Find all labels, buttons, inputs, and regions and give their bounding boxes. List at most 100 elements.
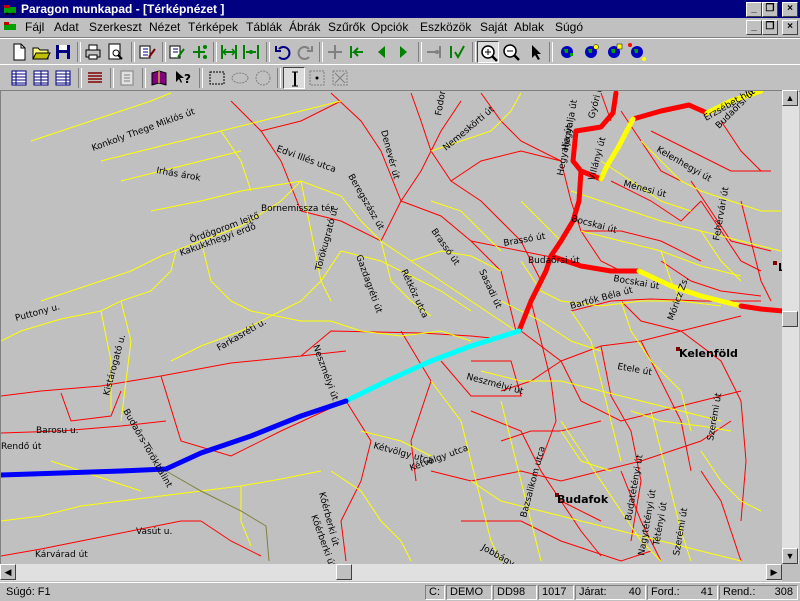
globe-icon[interactable] <box>603 41 625 63</box>
table-icon[interactable] <box>30 67 52 89</box>
minor-road <box>450 150 562 182</box>
menu-eszkozok[interactable]: Eszközök <box>420 20 471 34</box>
status-bar: Súgó: F1 C: DEMO DD98 1017 Járat: 40 Ford… <box>0 582 800 601</box>
rect-select-icon[interactable] <box>206 67 228 89</box>
vertical-scrollbar[interactable]: ▲ ▼ <box>782 90 799 564</box>
title-bar[interactable]: Paragon munkapad - [Térképnézet ] _ ❐ × <box>0 0 800 18</box>
menu-adat[interactable]: Adat <box>54 20 79 34</box>
table-icon[interactable] <box>8 67 30 89</box>
street-label: Nemeskörti út <box>442 105 497 154</box>
menu-nezet[interactable]: Nézet <box>149 20 180 34</box>
report-icon[interactable] <box>116 67 138 89</box>
menu-szurok[interactable]: Szűrők <box>328 20 365 34</box>
secondary-road <box>570 190 782 252</box>
secondary-road <box>500 300 602 352</box>
add-node-icon[interactable] <box>188 41 210 63</box>
status-mode: DEMO <box>446 585 492 600</box>
mdi-minimize-button[interactable]: _ <box>746 20 762 35</box>
app-icon[interactable] <box>3 2 17 16</box>
street-label: Bartók Béla út <box>569 285 634 312</box>
point-icon[interactable] <box>306 67 328 89</box>
place-label: Kelenföld <box>679 347 738 360</box>
secondary-road <box>570 310 622 462</box>
menu-opciok[interactable]: Opciók <box>371 20 408 34</box>
menu-szerkeszt[interactable]: Szerkeszt <box>89 20 142 34</box>
secondary-road <box>220 130 252 192</box>
scroll-right-button[interactable]: ▶ <box>766 564 782 580</box>
print-icon[interactable] <box>82 41 104 63</box>
menu-fajl[interactable]: Fájl <box>25 20 44 34</box>
menu-tablak[interactable]: Táblák <box>246 20 282 34</box>
route-segment <box>598 116 636 182</box>
horizontal-scroll-thumb[interactable] <box>336 564 352 580</box>
map-canvas[interactable]: Konkoly Thege Miklós útIrhás árok Edvi Il… <box>1 91 783 565</box>
status-help: Súgó: F1 <box>6 586 51 598</box>
close-button[interactable]: × <box>782 2 798 17</box>
mdi-close-button[interactable]: × <box>782 20 798 35</box>
street-label: Brassó út <box>503 231 547 249</box>
list-icon[interactable] <box>84 67 106 89</box>
secondary-road <box>1 250 177 342</box>
scroll-left-button[interactable]: ◀ <box>0 564 16 580</box>
scroll-up-button[interactable]: ▲ <box>782 90 798 106</box>
zoom-in-icon[interactable] <box>477 41 499 63</box>
globe-icon[interactable] <box>626 41 648 63</box>
scroll-down-button[interactable]: ▼ <box>782 548 798 564</box>
print-preview-icon[interactable] <box>104 41 126 63</box>
table-icon[interactable] <box>52 67 74 89</box>
horizontal-scrollbar[interactable]: ◀ ▶ <box>0 564 782 581</box>
minor-road <box>720 120 762 172</box>
menu-abrak[interactable]: Ábrák <box>289 20 320 34</box>
arrow-first-icon[interactable] <box>346 41 368 63</box>
minor-road <box>740 200 772 302</box>
circle-select-icon[interactable] <box>252 67 274 89</box>
new-file-icon[interactable] <box>8 41 30 63</box>
link-split-icon[interactable] <box>218 41 240 63</box>
menu-terkepek[interactable]: Térképek <box>188 20 238 34</box>
place-marker[interactable] <box>773 261 777 265</box>
undo-icon[interactable] <box>272 41 294 63</box>
minor-road <box>1 350 347 397</box>
svg-text:?: ? <box>184 72 191 86</box>
cross-icon[interactable] <box>329 67 351 89</box>
help-icon[interactable]: ? <box>172 67 194 89</box>
street-label: Kárvárad út <box>35 550 88 560</box>
street-label: Fodor <box>434 91 448 117</box>
street-label: Denevér út <box>378 129 402 181</box>
vertical-scroll-thumb[interactable] <box>782 311 798 327</box>
arrow-right-icon[interactable] <box>393 41 415 63</box>
redo-icon[interactable] <box>294 41 316 63</box>
map-view[interactable]: Konkoly Thege Miklós út Irhás árok Edvi Il… <box>0 90 784 566</box>
zoom-out-icon[interactable] <box>500 41 522 63</box>
street-label: Szerémi út <box>671 507 690 557</box>
connect-icon[interactable] <box>424 41 446 63</box>
save-icon[interactable] <box>52 41 74 63</box>
menu-ablak[interactable]: Ablak <box>514 20 544 34</box>
street-label: Móricz Zs. <box>665 275 691 322</box>
street-label: Beregszász út <box>345 173 385 233</box>
mdi-restore-button[interactable]: ❐ <box>762 20 778 35</box>
secondary-road <box>120 300 132 422</box>
link-merge-icon[interactable] <box>240 41 262 63</box>
edit-nodes-icon[interactable] <box>166 41 188 63</box>
globe-icon[interactable] <box>580 41 602 63</box>
menu-sugo[interactable]: Súgó <box>555 20 583 34</box>
open-folder-icon[interactable] <box>30 41 52 63</box>
info-icon[interactable] <box>283 67 305 89</box>
check-route-icon[interactable] <box>446 41 468 63</box>
route-segment <box>630 102 710 122</box>
menu-sajat[interactable]: Saját <box>480 20 507 34</box>
ellipse-select-icon[interactable] <box>229 67 251 89</box>
book-icon[interactable] <box>148 67 170 89</box>
globe-icon[interactable] <box>556 41 578 63</box>
measure-icon[interactable] <box>324 41 346 63</box>
pointer-icon[interactable] <box>524 41 546 63</box>
document-icon[interactable] <box>3 21 17 33</box>
edit-links-icon[interactable] <box>136 41 158 63</box>
arrow-left-icon[interactable] <box>370 41 392 63</box>
minor-road <box>500 420 602 442</box>
restore-button[interactable]: ❐ <box>762 2 778 17</box>
secondary-road <box>700 450 762 512</box>
minimize-button[interactable]: _ <box>746 2 762 17</box>
boundary-line <box>165 470 270 562</box>
